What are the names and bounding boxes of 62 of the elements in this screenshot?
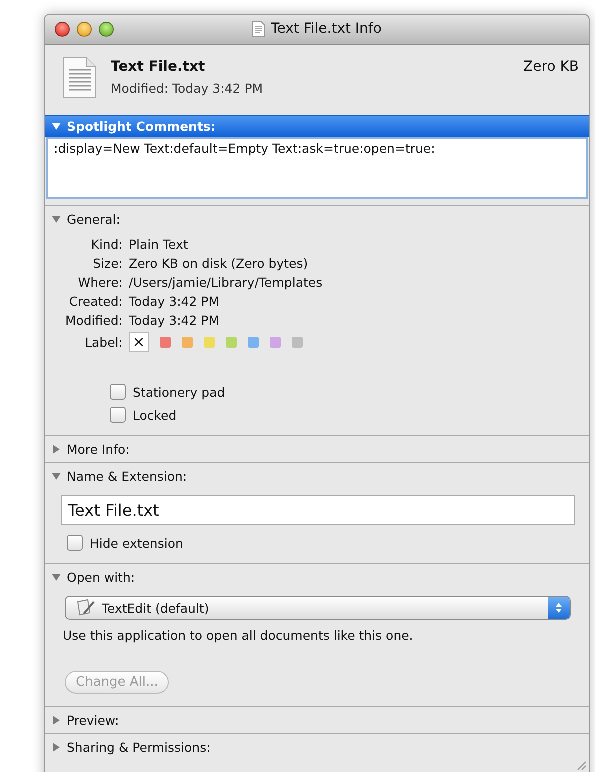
section-title: More Info: bbox=[67, 442, 130, 456]
label-swatch[interactable] bbox=[160, 336, 171, 348]
section-title: Open with: bbox=[67, 570, 136, 584]
zoom-button[interactable] bbox=[99, 22, 114, 37]
window-title: Text File.txt Info bbox=[271, 21, 382, 37]
name-field[interactable]: Text File.txt bbox=[61, 495, 575, 525]
stepper-arrows-icon bbox=[548, 597, 570, 619]
checkbox-label: Hide extension bbox=[90, 536, 184, 550]
section-header[interactable]: General: bbox=[45, 205, 589, 232]
comments-field[interactable]: :display=New Text:default=Empty Text:ask=true:open=true: bbox=[46, 137, 588, 199]
checkbox-label: Locked bbox=[133, 408, 177, 422]
section-title: General: bbox=[67, 212, 120, 226]
collapsed-triangle-icon[interactable] bbox=[51, 742, 62, 752]
collapsed-triangle-icon[interactable] bbox=[51, 444, 62, 454]
label-swatch[interactable] bbox=[248, 336, 259, 348]
section-title: Name & Extension: bbox=[67, 468, 188, 484]
section-title: Spotlight Comments: bbox=[67, 119, 216, 134]
property-value: Zero KB on disk (Zero bytes) bbox=[129, 256, 308, 271]
label-swatch[interactable] bbox=[292, 336, 303, 348]
checkbox-label: Stationery pad bbox=[133, 384, 226, 400]
section-title: Sharing & Permissions: bbox=[67, 740, 211, 754]
property-label: Created: bbox=[68, 294, 123, 309]
file-size: Zero KB bbox=[524, 58, 579, 75]
expanded-triangle-icon[interactable] bbox=[51, 572, 62, 582]
section-header[interactable]: Sharing & Permissions: bbox=[45, 733, 589, 760]
section-header[interactable]: More Info: bbox=[45, 435, 589, 462]
property-label: Size: bbox=[92, 256, 123, 271]
file-name: Text File.txt bbox=[111, 59, 206, 75]
pen-and-paper-icon bbox=[76, 599, 96, 617]
section-header[interactable]: Spotlight Comments: bbox=[45, 115, 589, 137]
property-label: Kind: bbox=[90, 237, 123, 252]
resize-grip-icon[interactable] bbox=[575, 759, 587, 771]
expanded-triangle-icon[interactable] bbox=[51, 470, 62, 482]
label-swatch[interactable] bbox=[204, 336, 215, 348]
document-icon bbox=[252, 21, 266, 37]
help-text: Use this application to open all documents like this one. bbox=[63, 628, 414, 643]
property-label: Modified: bbox=[64, 313, 123, 328]
application-dropdown[interactable]: TextEdit (default) bbox=[65, 596, 571, 620]
checkbox[interactable] bbox=[67, 535, 83, 551]
property-label: Label: bbox=[84, 334, 123, 350]
no-label-option[interactable]: × bbox=[129, 332, 149, 352]
label-swatch[interactable] bbox=[270, 336, 281, 348]
modified-date: Modified: Today 3:42 PM bbox=[111, 81, 264, 96]
collapsed-triangle-icon[interactable] bbox=[51, 714, 62, 726]
expanded-triangle-icon[interactable] bbox=[51, 121, 62, 132]
section-title: Preview: bbox=[67, 712, 120, 728]
property-value: Plain Text bbox=[129, 237, 188, 252]
expanded-triangle-icon[interactable] bbox=[51, 214, 62, 224]
property-value: Today 3:42 PM bbox=[129, 313, 220, 328]
property-label: Where: bbox=[77, 275, 123, 290]
section-header[interactable]: Open with: bbox=[45, 563, 589, 590]
section-header[interactable]: Preview: bbox=[45, 706, 589, 733]
section-header[interactable]: Name & Extension: bbox=[45, 462, 589, 489]
property-value: Today 3:42 PM bbox=[129, 294, 220, 309]
minimize-button[interactable] bbox=[77, 22, 92, 37]
property-value: /Users/jamie/Library/Templates bbox=[129, 275, 323, 290]
document-icon bbox=[63, 57, 97, 99]
checkbox[interactable] bbox=[110, 407, 126, 423]
label-swatch[interactable] bbox=[182, 336, 193, 348]
label-swatch[interactable] bbox=[226, 336, 237, 348]
checkbox[interactable] bbox=[110, 384, 126, 400]
close-button[interactable] bbox=[55, 22, 70, 37]
